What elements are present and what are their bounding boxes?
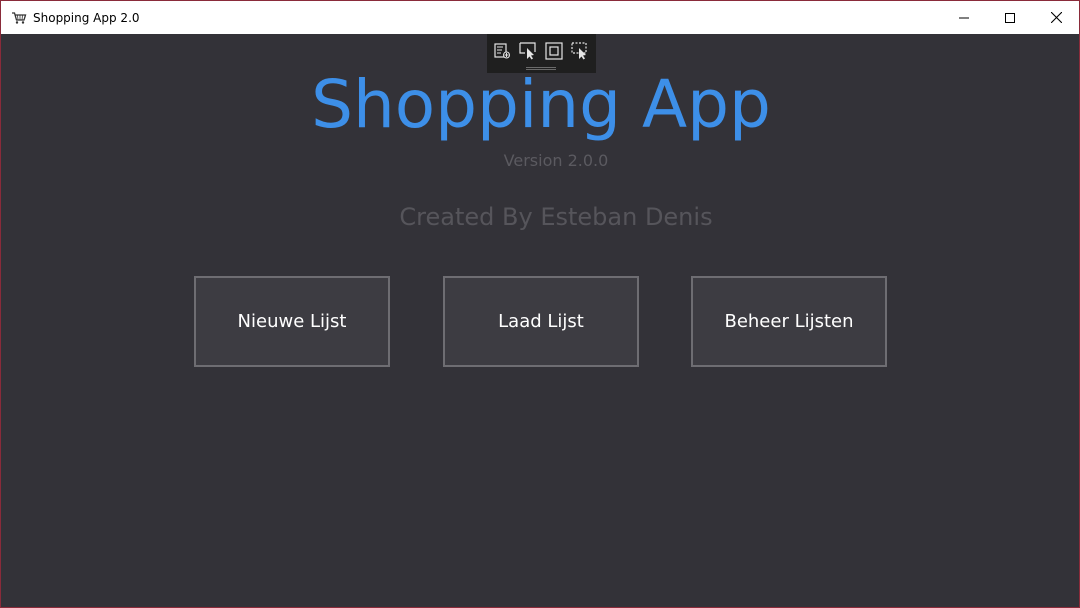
maximize-icon <box>1005 8 1015 27</box>
close-button[interactable] <box>1033 1 1079 34</box>
maximize-button[interactable] <box>987 1 1033 34</box>
window-title: Shopping App 2.0 <box>33 10 140 25</box>
load-list-button[interactable]: Laad Lijst <box>443 276 639 367</box>
display-layout-adorners-icon[interactable] <box>545 42 563 60</box>
manage-lists-button[interactable]: Beheer Lijsten <box>691 276 887 367</box>
select-element-icon[interactable] <box>519 42 537 60</box>
live-visual-tree-icon[interactable] <box>493 42 511 60</box>
app-title: Shopping App <box>311 66 771 143</box>
close-icon <box>1050 8 1062 27</box>
minimize-button[interactable] <box>941 1 987 34</box>
title-bar[interactable]: Shopping App 2.0 <box>1 1 1079 34</box>
app-window: Shopping App 2.0 Shopping App Version 2.… <box>0 0 1080 608</box>
version-label: Version 2.0.0 <box>503 151 609 170</box>
window-controls <box>941 1 1079 34</box>
minimize-icon <box>959 8 969 27</box>
track-focused-element-icon[interactable] <box>571 42 589 60</box>
credits-label: Created By Esteban Denis <box>399 203 713 231</box>
new-list-button[interactable]: Nieuwe Lijst <box>194 276 390 367</box>
shopping-cart-icon <box>11 10 27 26</box>
